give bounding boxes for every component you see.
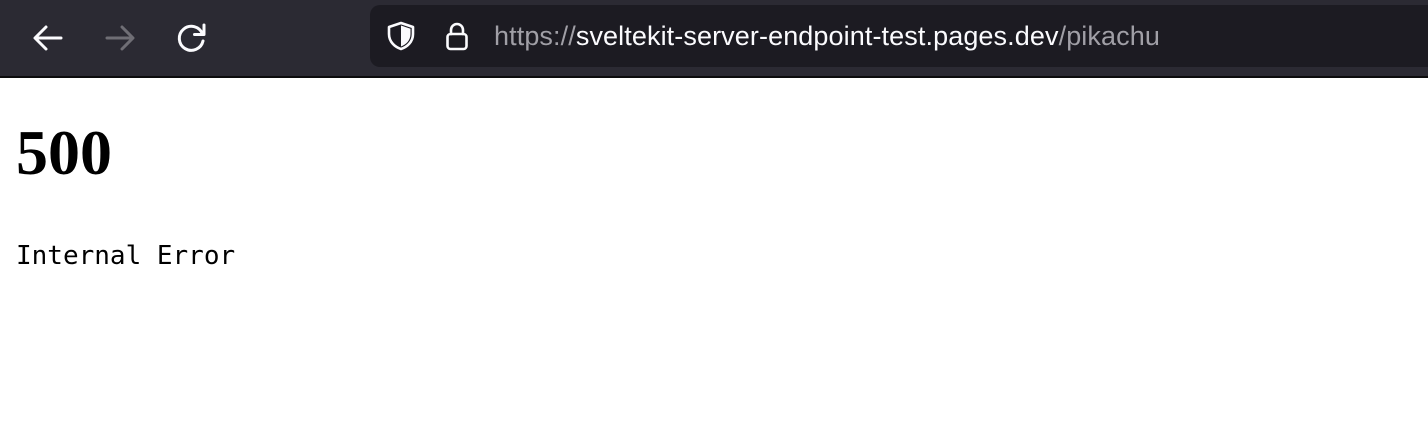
url-text[interactable]: https://sveltekit-server-endpoint-test.p… — [494, 5, 1160, 67]
shield-icon[interactable] — [385, 20, 417, 52]
error-message: Internal Error — [16, 241, 236, 271]
url-host: sveltekit-server-endpoint-test.pages.dev — [575, 21, 1059, 51]
back-button[interactable] — [24, 14, 72, 62]
reload-icon — [177, 23, 206, 52]
reload-button[interactable] — [168, 14, 216, 62]
error-status-code: 500 — [16, 117, 112, 188]
browser-toolbar: https://sveltekit-server-endpoint-test.p… — [0, 0, 1428, 78]
arrow-right-icon — [105, 25, 135, 51]
lock-icon[interactable] — [441, 20, 473, 52]
url-bar[interactable]: https://sveltekit-server-endpoint-test.p… — [370, 5, 1428, 67]
page-content: 500 Internal Error — [16, 78, 1428, 436]
url-scheme: https:// — [494, 21, 576, 51]
url-path: /pikachu — [1058, 21, 1160, 51]
forward-button[interactable] — [96, 14, 144, 62]
arrow-left-icon — [33, 25, 63, 51]
